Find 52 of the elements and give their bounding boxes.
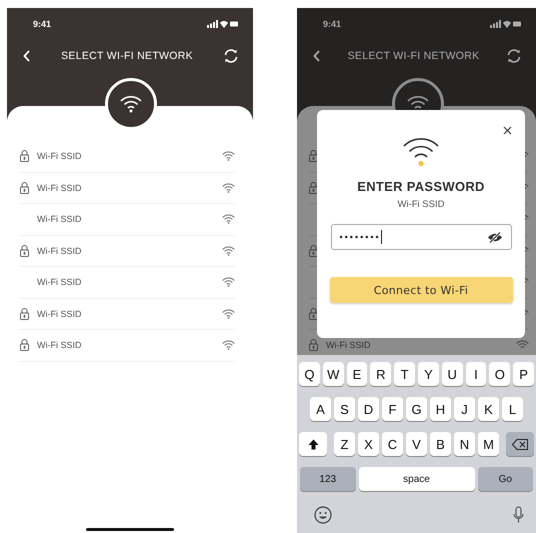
network-row[interactable]: Wi-Fi SSID xyxy=(20,298,235,330)
letter-key[interactable]: Z xyxy=(334,432,355,456)
letter-key[interactable]: H xyxy=(430,397,451,421)
network-row[interactable]: Wi-Fi SSID xyxy=(20,267,235,298)
header-title: SELECT WI-FI NETWORK xyxy=(60,50,194,62)
go-key[interactable]: Go xyxy=(478,467,534,491)
letter-key[interactable]: P xyxy=(513,362,534,386)
letter-key[interactable]: Q xyxy=(299,362,320,386)
letter-key[interactable]: I xyxy=(466,362,486,386)
network-name: Wi-Fi SSID xyxy=(37,246,82,256)
letter-key[interactable]: A xyxy=(310,397,331,421)
letter-key[interactable]: F xyxy=(382,397,403,421)
password-field[interactable]: •••••••• xyxy=(330,224,512,250)
letter-key[interactable]: O xyxy=(489,362,510,386)
status-time: 9:41 xyxy=(33,19,52,29)
network-name: Wi-Fi SSID xyxy=(398,199,444,210)
network-name: Wi-Fi SSID xyxy=(37,214,82,224)
header-title: SELECT WI-FI NETWORK xyxy=(346,50,480,62)
letter-key[interactable]: M xyxy=(478,432,499,456)
network-row[interactable]: Wi-Fi SSID xyxy=(20,141,235,172)
letter-key[interactable]: Y xyxy=(418,362,439,386)
letter-key[interactable]: E xyxy=(346,362,368,386)
dialog-title: ENTER PASSWORD xyxy=(357,179,485,194)
numbers-key[interactable]: 123 xyxy=(300,467,356,491)
connect-button[interactable]: Connect to Wi-Fi xyxy=(330,277,512,303)
network-row[interactable]: Wi-Fi SSID xyxy=(20,172,235,204)
letter-key[interactable]: R xyxy=(370,362,392,386)
space-key[interactable]: space xyxy=(358,467,474,491)
letter-key[interactable]: N xyxy=(454,432,475,456)
letter-key[interactable]: X xyxy=(358,432,379,456)
network-name: Wi-Fi SSID xyxy=(37,182,82,193)
letter-key[interactable]: D xyxy=(358,397,379,421)
letter-key[interactable]: L xyxy=(502,397,523,421)
letter-key[interactable]: T xyxy=(394,362,415,386)
network-row[interactable]: Wi-Fi SSID xyxy=(20,204,235,236)
status-time: 9:41 xyxy=(323,19,342,29)
letter-key[interactable]: W xyxy=(322,362,344,386)
network-name: Wi-Fi SSID xyxy=(37,151,82,162)
network-name: Wi-Fi SSID xyxy=(37,277,82,288)
letter-key[interactable]: J xyxy=(454,397,475,421)
letter-key[interactable]: C xyxy=(382,432,403,456)
network-name: Wi-Fi SSID xyxy=(37,308,82,319)
network-row[interactable]: Wi-Fi SSID xyxy=(20,330,235,362)
letter-key[interactable]: S xyxy=(334,397,355,421)
network-name: Wi-Fi SSID xyxy=(326,340,372,350)
network-name: Wi-Fi SSID xyxy=(37,340,82,350)
letter-key[interactable]: V xyxy=(406,432,427,456)
letter-key[interactable]: B xyxy=(430,432,451,456)
letter-key[interactable]: G xyxy=(406,397,427,421)
letter-key[interactable]: U xyxy=(442,362,463,386)
network-row[interactable]: Wi-Fi SSID xyxy=(20,236,235,267)
letter-key[interactable]: K xyxy=(478,397,499,421)
